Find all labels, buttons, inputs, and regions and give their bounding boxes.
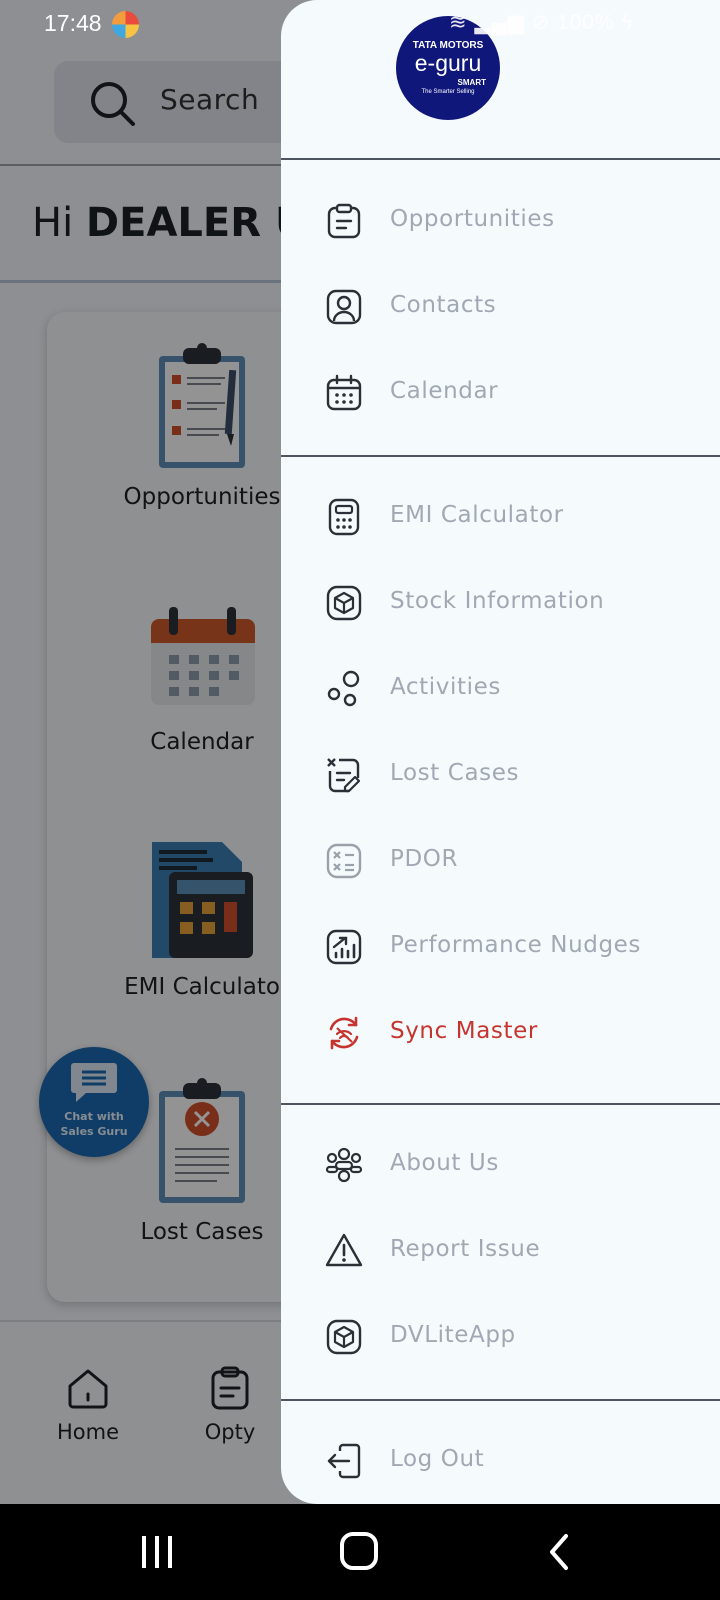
battery-level: 100%: [556, 11, 615, 34]
menu-opportunities[interactable]: Opportunities: [281, 186, 720, 256]
status-icons: ≋ ▂▄▆ ⊘ 100% ϟ: [449, 10, 634, 35]
menu-emi-calculator[interactable]: EMI Calculator: [281, 482, 720, 552]
drawer-divider: [281, 455, 720, 457]
box-icon: [326, 585, 362, 621]
menu-calendar[interactable]: Calendar: [281, 358, 720, 428]
menu-label: Report Issue: [390, 1236, 541, 1262]
box-icon: [326, 1319, 362, 1355]
menu-lost-cases[interactable]: Lost Cases: [281, 740, 720, 810]
signal-icon: ▂▄▆: [474, 11, 525, 34]
system-navigation-bar: [0, 1504, 720, 1600]
calculator-icon: [328, 498, 360, 536]
logout-icon: [327, 1443, 361, 1479]
menu-label: Contacts: [390, 292, 497, 318]
menu-pdor[interactable]: PDOR: [281, 826, 720, 896]
contact-icon: [326, 289, 362, 325]
chart-growth-icon: [326, 929, 362, 965]
menu-label: Calendar: [390, 378, 499, 404]
dnd-icon: ⊘: [531, 11, 551, 34]
lost-case-icon: [327, 758, 361, 793]
clipboard-icon: [327, 203, 361, 239]
drawer-divider: [281, 1103, 720, 1105]
menu-label: EMI Calculator: [390, 502, 564, 528]
activities-icon: [327, 670, 360, 707]
status-time: 17:48: [44, 10, 102, 36]
calendar-icon: [326, 374, 362, 411]
back-icon[interactable]: [540, 1530, 584, 1574]
sync-icon: [329, 1016, 359, 1050]
formula-icon: [326, 843, 362, 879]
app-notification-icon: [112, 11, 139, 38]
menu-log-out[interactable]: Log Out: [281, 1426, 720, 1496]
menu-about-us[interactable]: About Us: [281, 1130, 720, 1200]
logo-tagline: The Smarter Selling: [421, 89, 475, 95]
menu-sync-master[interactable]: Sync Master: [281, 998, 720, 1068]
menu-label: About Us: [390, 1150, 499, 1176]
navigation-drawer: TATA MOTORS e-guru SMART The Smarter Sel…: [281, 0, 720, 1504]
group-icon: [325, 1147, 363, 1183]
drawer-divider: [281, 158, 720, 160]
menu-label: Opportunities: [390, 206, 555, 232]
recent-apps-icon[interactable]: [138, 1530, 182, 1574]
menu-label: Activities: [390, 674, 501, 700]
logo-tier: SMART: [457, 78, 486, 87]
menu-label: DVLiteApp: [390, 1322, 516, 1348]
charging-icon: ϟ: [621, 11, 634, 34]
menu-report-issue[interactable]: Report Issue: [281, 1216, 720, 1286]
menu-performance-nudges[interactable]: Performance Nudges: [281, 912, 720, 982]
logo-product: e-guru: [414, 50, 482, 76]
drawer-divider: [281, 1399, 720, 1401]
menu-label: Log Out: [390, 1446, 485, 1472]
menu-label: Sync Master: [390, 1018, 538, 1044]
warning-icon: [325, 1233, 363, 1267]
menu-stock-information[interactable]: Stock Information: [281, 568, 720, 638]
wifi-icon: ≋: [449, 11, 468, 34]
menu-label: Performance Nudges: [390, 932, 641, 958]
menu-activities[interactable]: Activities: [281, 654, 720, 724]
menu-label: Lost Cases: [390, 760, 520, 786]
menu-label: PDOR: [390, 846, 459, 872]
menu-label: Stock Information: [390, 588, 605, 614]
home-button-icon[interactable]: [338, 1530, 382, 1574]
menu-dvliteapp[interactable]: DVLiteApp: [281, 1302, 720, 1372]
menu-contacts[interactable]: Contacts: [281, 272, 720, 342]
